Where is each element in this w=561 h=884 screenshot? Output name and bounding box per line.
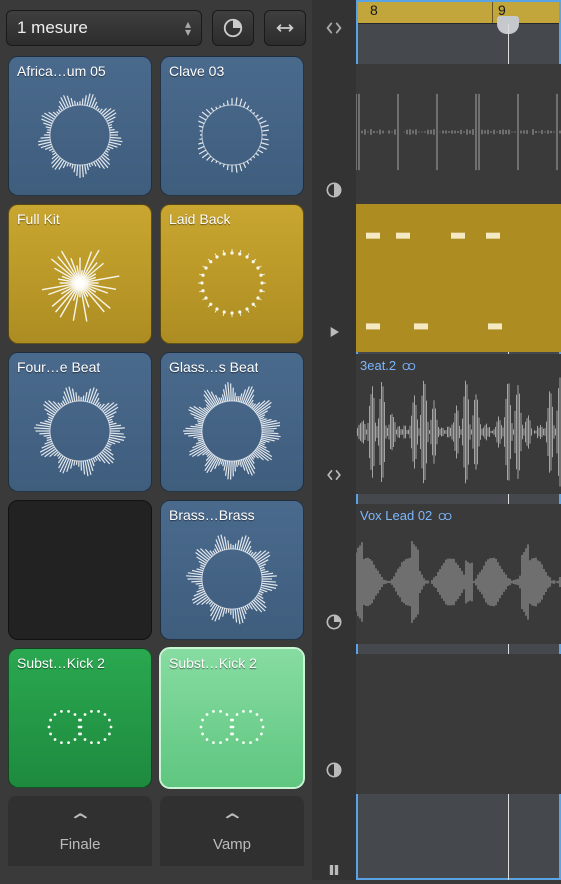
loop-cell[interactable]: Laid Back (160, 204, 304, 344)
region-label: 3eat.2OO (360, 358, 414, 373)
loop-cell[interactable]: Full Kit (8, 204, 152, 344)
timeline-ruler[interactable]: 8 9 (356, 0, 561, 24)
pie-icon (222, 17, 244, 39)
waveform (356, 64, 561, 204)
track-region[interactable] (356, 654, 561, 794)
pie-icon[interactable] (312, 608, 356, 636)
loop-cell-label: Subst…Kick 2 (17, 655, 105, 671)
stretch-button[interactable] (264, 10, 306, 46)
section-button[interactable]: ⌃ Vamp (160, 796, 304, 866)
nudge-icon[interactable] (312, 461, 356, 489)
ruler-mark: 8 (370, 2, 378, 18)
chevron-up-icon: ⌃ (67, 809, 94, 834)
loop-waveform-icon (169, 671, 295, 783)
waveform (356, 654, 561, 794)
waveform (356, 374, 561, 494)
loop-waveform-icon (17, 671, 143, 783)
split-arrows-icon (323, 17, 345, 39)
region-label: Vox Lead 02OO (360, 508, 450, 523)
loop-icon: OO (402, 362, 414, 373)
loop-cell[interactable]: Clave 03 (160, 56, 304, 196)
quantize-select[interactable]: 1 mesure ▴▾ (6, 10, 202, 46)
loop-cell[interactable]: Glass…s Beat (160, 352, 304, 492)
loop-waveform-icon (169, 79, 295, 191)
loop-icon: OO (438, 512, 450, 523)
loop-waveform-icon (17, 227, 143, 339)
metronome-button[interactable] (212, 10, 254, 46)
loop-cell-label: Brass…Brass (169, 507, 255, 523)
section-button[interactable]: ⌃ Finale (8, 796, 152, 866)
half-circle-icon[interactable] (312, 756, 356, 784)
play-icon[interactable] (312, 318, 356, 346)
loop-cell[interactable]: Subst…Kick 2 (160, 648, 304, 788)
track-region[interactable] (356, 64, 561, 204)
loop-cell-label: Glass…s Beat (169, 359, 258, 375)
loop-cell-label: Full Kit (17, 211, 60, 227)
loop-cell-label: Four…e Beat (17, 359, 100, 375)
loop-waveform-icon (169, 523, 295, 635)
divider-handle[interactable] (312, 0, 356, 56)
loop-cell-label: Subst…Kick 2 (169, 655, 257, 671)
chevron-up-icon: ⌃ (219, 809, 246, 834)
stretch-icon (274, 17, 296, 39)
section-label: Vamp (213, 836, 251, 853)
loop-cell[interactable]: Four…e Beat (8, 352, 152, 492)
track-region[interactable] (356, 204, 561, 352)
track-region[interactable]: 3eat.2OO (356, 354, 561, 494)
loop-cell (8, 500, 152, 640)
loop-waveform-icon (17, 79, 143, 191)
loop-cell-label: Clave 03 (169, 63, 224, 79)
loop-waveform-icon (169, 375, 295, 487)
quantize-label: 1 mesure (17, 18, 88, 38)
waveform (356, 524, 561, 644)
track-region[interactable]: Vox Lead 02OO (356, 504, 561, 644)
loop-cell-label: Laid Back (169, 211, 230, 227)
loop-waveform-icon (17, 375, 143, 487)
section-label: Finale (60, 836, 101, 853)
chevron-updown-icon: ▴▾ (185, 20, 191, 36)
half-circle-icon[interactable] (312, 176, 356, 204)
loop-cell[interactable]: Africa…um 05 (8, 56, 152, 196)
loop-cell[interactable]: Brass…Brass (160, 500, 304, 640)
loop-waveform-icon (169, 227, 295, 339)
loop-cell-label: Africa…um 05 (17, 63, 106, 79)
loop-cell[interactable]: Subst…Kick 2 (8, 648, 152, 788)
waveform (356, 204, 561, 352)
